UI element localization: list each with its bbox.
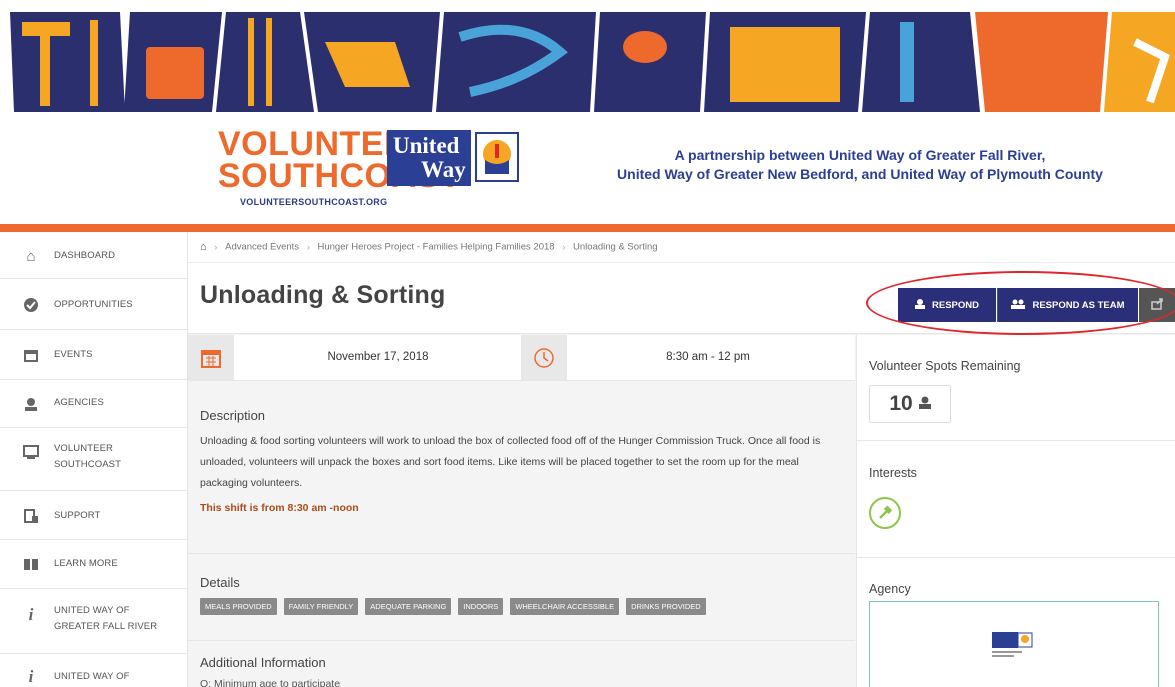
description-title: Description [200,408,266,423]
additional-title: Additional Information [200,655,326,670]
agency-section: Agency [857,559,1175,687]
page-title: Unloading & Sorting [200,281,446,309]
interests-title: Interests [869,466,917,480]
sidebar-item-volunteer-southcoast[interactable]: VOLUNTEER SOUTHCOAST [0,429,188,491]
sidebar-item-label: OPPORTUNITIES [54,299,133,310]
date-time-row: November 17, 2018 8:30 am - 12 pm [188,335,855,381]
event-time: 8:30 am - 12 pm [666,351,750,363]
info-icon: i [28,667,34,686]
agency-card[interactable] [869,601,1159,687]
calendar-icon [22,346,40,364]
sidebar-item-dashboard[interactable]: ⌂ DASHBOARD [0,232,188,279]
breadcrumb-item[interactable]: Hunger Heroes Project - Families Helping… [318,242,555,253]
agency-title: Agency [869,582,911,596]
detail-tag: MEALS PROVIDED [200,598,277,615]
uw-line1: United [393,133,460,158]
book-icon [22,555,40,573]
partnership-line1: A partnership between United Way of Grea… [674,147,1046,163]
sidebar-item-support[interactable]: SUPPORT [0,492,188,540]
banner-illustration [0,12,1175,112]
home-icon[interactable]: ⌂ [200,241,207,253]
sidebar-item-label: SUPPORT [54,510,101,521]
main-content: ⌂ › Advanced Events › Hunger Heroes Proj… [188,232,1175,687]
calendar-icon [188,335,234,381]
breadcrumb: ⌂ › Advanced Events › Hunger Heroes Proj… [188,232,1175,262]
description-text: Unloading & food sorting volunteers will… [200,435,821,489]
details-section: Details MEALS PROVIDED FAMILY FRIENDLY A… [188,553,855,638]
support-icon [22,507,40,525]
detail-tag: WHEELCHAIR ACCESSIBLE [510,598,620,615]
check-circle-icon [22,296,40,314]
sidebar-item-label: LEARN MORE [54,558,118,569]
sidebar-item-label: DASHBOARD [54,250,116,261]
sidebar-item-label: EVENTS [54,349,93,360]
detail-tags: MEALS PROVIDED FAMILY FRIENDLY ADEQUATE … [200,598,843,615]
spots-remaining-badge: 10 [869,385,951,423]
partnership-text: A partnership between United Way of Grea… [600,146,1120,184]
additional-info-section: Additional Information Q: Minimum age to… [188,640,855,687]
detail-tag: ADEQUATE PARKING [365,598,452,615]
shift-note: This shift is from 8:30 am -noon [200,502,359,514]
monitor-icon [22,443,40,461]
spots-section: Volunteer Spots Remaining 10 [857,335,1175,441]
uw-line2: Way [421,157,466,182]
spots-value: 10 [889,392,913,415]
detail-tag: FAMILY FRIENDLY [283,598,359,615]
site-banner: VOLUNTEER SOUTHCOAST VOLUNTEERSOUTHCOAST… [0,0,1175,232]
partnership-line2: United Way of Greater New Bedford, and U… [617,166,1103,182]
hammer-icon[interactable] [869,497,901,529]
breadcrumb-current: Unloading & Sorting [573,241,658,253]
sidebar-item-learn-more[interactable]: LEARN MORE [0,541,188,589]
home-icon: ⌂ [26,247,36,265]
sidebar-item-label: VOLUNTEER SOUTHCOAST [54,443,121,470]
info-icon: i [28,605,34,624]
sidebar-item-label: UNITED WAY OF GREATER FALL RIVER [54,605,158,632]
person-icon [918,396,931,413]
breadcrumb-item[interactable]: Advanced Events [225,242,299,253]
united-way-logo: United Way [387,130,521,186]
logo-url: VOLUNTEERSOUTHCOAST.ORG [240,197,388,207]
sidebar: ⌂ DASHBOARD OPPORTUNITIES EVENTS AGENCIE… [0,232,188,687]
title-bar: Unloading & Sorting RESPOND RESPOND AS T… [188,262,1175,335]
sidebar-item-uw-fall-river[interactable]: i UNITED WAY OF GREATER FALL RIVER [0,590,188,654]
interests-section: Interests [857,442,1175,558]
clock-icon [521,335,567,381]
description-section: Description Unloading & food sorting vol… [188,392,855,542]
united-way-agency-logo [990,632,1034,662]
detail-tag: DRINKS PROVIDED [626,598,706,615]
spots-title: Volunteer Spots Remaining [869,359,1021,373]
sidebar-item-label: UNITED WAY OF [54,671,130,682]
sidebar-item-label: AGENCIES [54,397,104,408]
right-panel: Volunteer Spots Remaining 10 Interests A… [856,335,1175,687]
sidebar-item-events[interactable]: EVENTS [0,331,188,380]
agency-icon [22,395,40,413]
sidebar-item-opportunities[interactable]: OPPORTUNITIES [0,280,188,330]
sidebar-item-uw-next[interactable]: i UNITED WAY OF [0,655,188,687]
united-way-mark-icon [475,132,519,182]
details-title: Details [200,575,240,590]
highlight-annotation [866,271,1175,335]
banner-divider [0,224,1175,232]
sidebar-item-agencies[interactable]: AGENCIES [0,381,188,428]
additional-question: Q: Minimum age to participate [200,678,341,687]
detail-tag: INDOORS [458,598,504,615]
event-details-column: November 17, 2018 8:30 am - 12 pm Descri… [188,335,855,687]
event-date: November 17, 2018 [327,351,429,363]
